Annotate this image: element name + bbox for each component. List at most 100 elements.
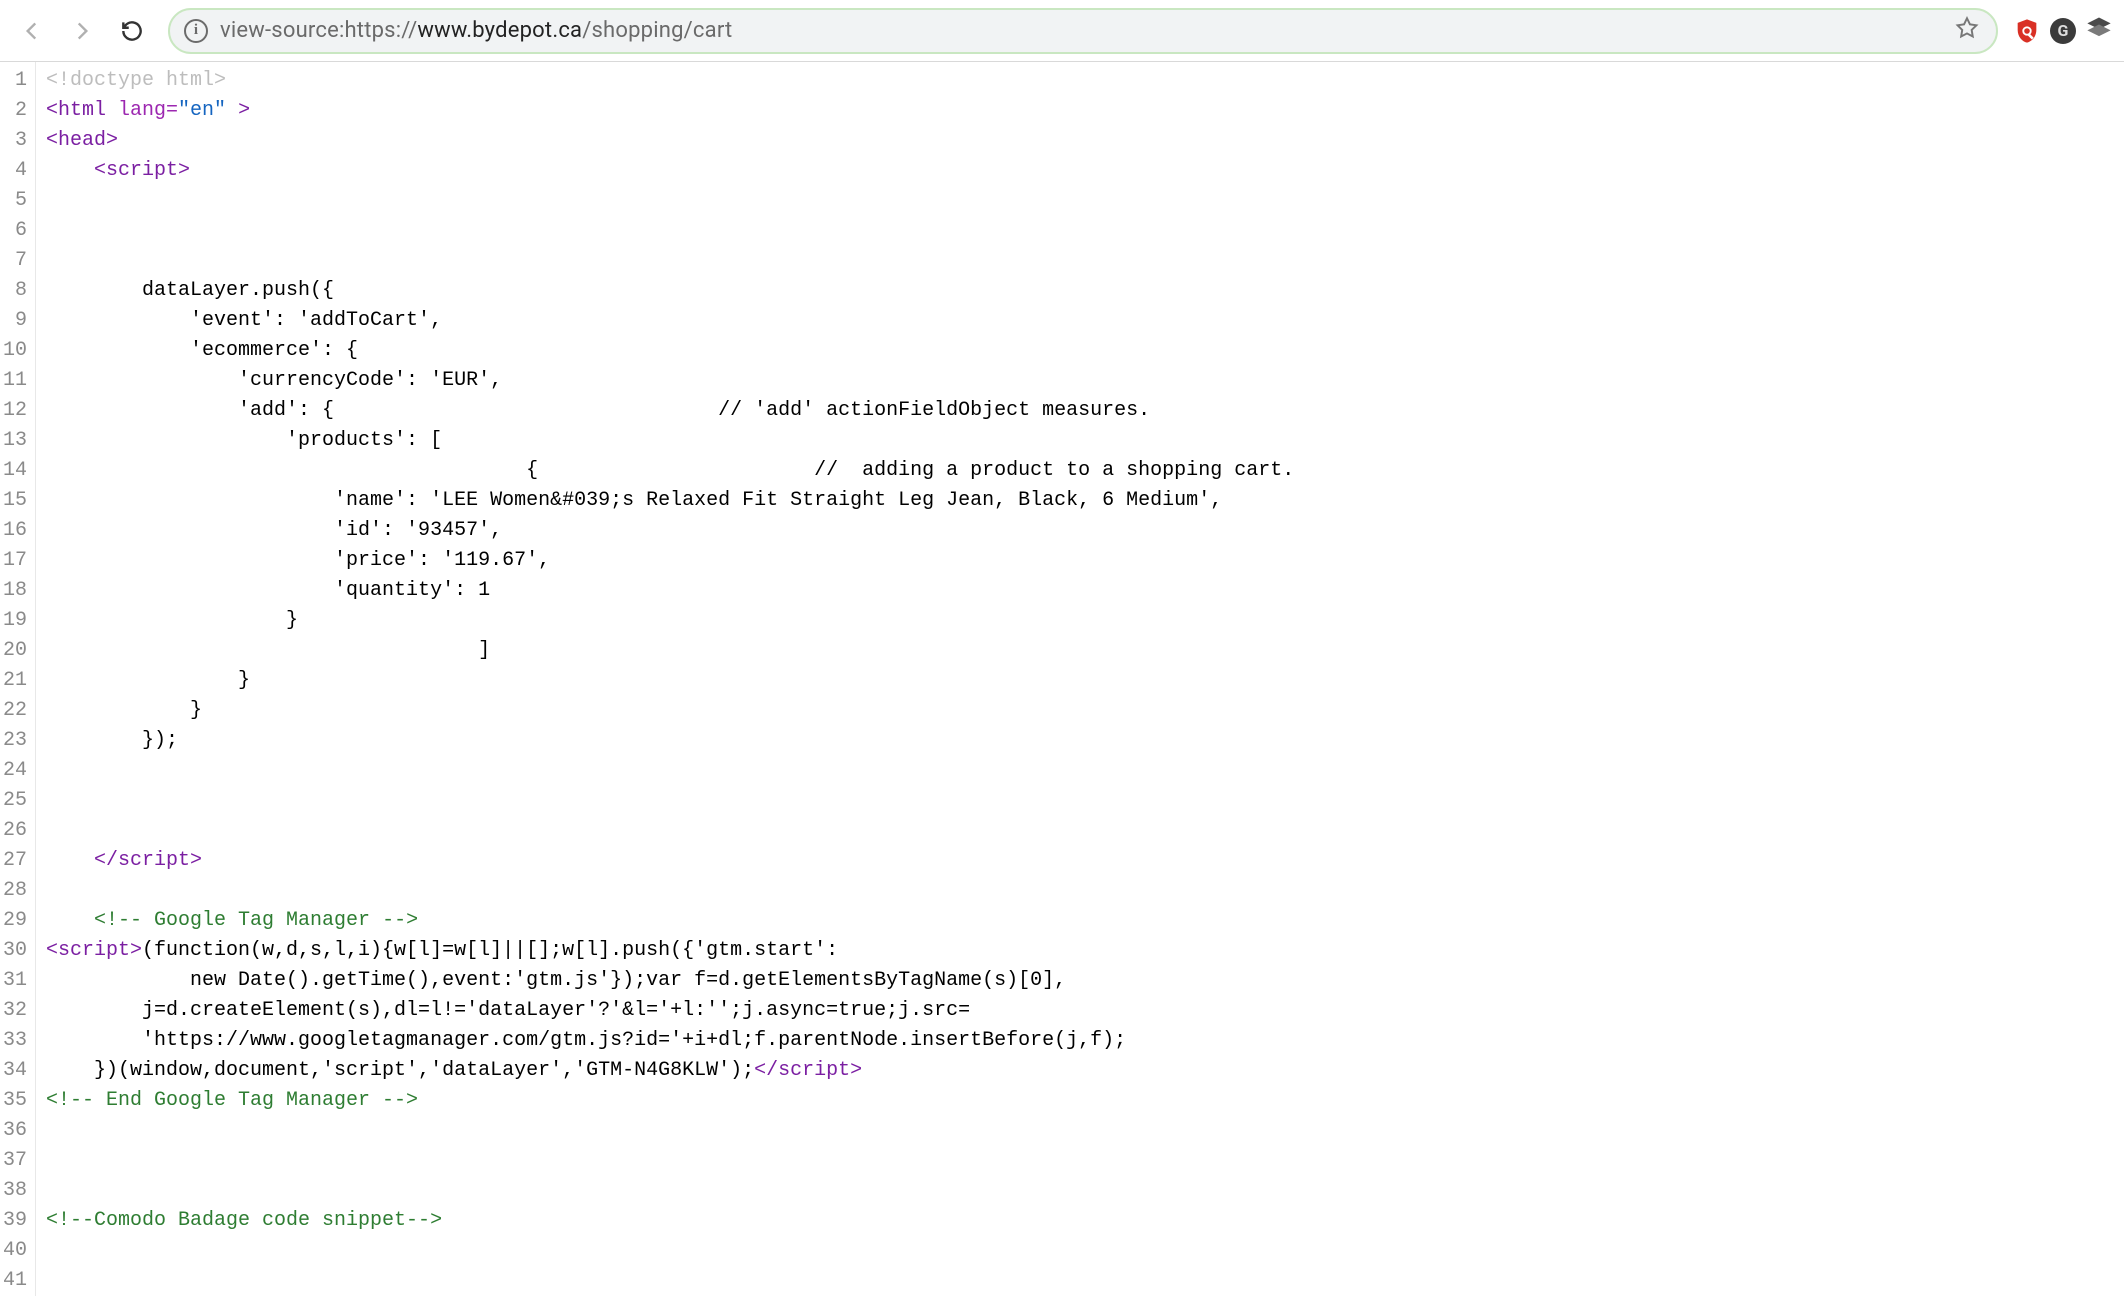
source-line — [46, 186, 1294, 216]
source-line: 'event': 'addToCart', — [46, 306, 1294, 336]
address-bar[interactable]: i view-source:https://www.bydepot.ca/sho… — [168, 8, 1998, 54]
source-line — [46, 816, 1294, 846]
source-line: ] — [46, 636, 1294, 666]
url-path: /shopping/cart — [582, 18, 732, 43]
source-line: 'name': 'LEE Women&#039;s Relaxed Fit St… — [46, 486, 1294, 516]
source-line: <script>(function(w,d,s,l,i){w[l]=w[l]||… — [46, 936, 1294, 966]
line-number: 23 — [0, 726, 31, 756]
line-number: 14 — [0, 456, 31, 486]
source-line: <!-- Google Tag Manager --> — [46, 906, 1294, 936]
line-number: 28 — [0, 876, 31, 906]
source-line — [46, 216, 1294, 246]
source-line — [46, 1116, 1294, 1146]
line-number: 36 — [0, 1116, 31, 1146]
browser-toolbar: i view-source:https://www.bydepot.ca/sho… — [0, 0, 2124, 62]
source-line: <head> — [46, 126, 1294, 156]
line-number: 16 — [0, 516, 31, 546]
source-line: new Date().getTime(),event:'gtm.js'});va… — [46, 966, 1294, 996]
line-number: 4 — [0, 156, 31, 186]
source-line: } — [46, 606, 1294, 636]
forward-button[interactable] — [60, 9, 104, 53]
source-line: 'ecommerce': { — [46, 336, 1294, 366]
line-number: 31 — [0, 966, 31, 996]
source-line — [46, 786, 1294, 816]
url-text: view-source:https://www.bydepot.ca/shopp… — [220, 18, 1942, 43]
line-number: 9 — [0, 306, 31, 336]
source-line: 'price': '119.67', — [46, 546, 1294, 576]
source-line: { // adding a product to a shopping cart… — [46, 456, 1294, 486]
url-prefix: view-source:https:// — [220, 18, 417, 43]
line-number: 18 — [0, 576, 31, 606]
source-line — [46, 1266, 1294, 1296]
line-number: 2 — [0, 96, 31, 126]
line-number: 15 — [0, 486, 31, 516]
url-host: www.bydepot.ca — [417, 18, 582, 43]
source-line: }); — [46, 726, 1294, 756]
line-number: 21 — [0, 666, 31, 696]
source-line — [46, 246, 1294, 276]
source-line: dataLayer.push({ — [46, 276, 1294, 306]
reload-button[interactable] — [110, 9, 154, 53]
view-source-area: 1234567891011121314151617181920212223242… — [0, 62, 2124, 1296]
line-number: 33 — [0, 1026, 31, 1056]
source-line: 'quantity': 1 — [46, 576, 1294, 606]
source-line: } — [46, 696, 1294, 726]
line-number: 26 — [0, 816, 31, 846]
extension-ublock-icon[interactable] — [2012, 16, 2042, 46]
source-line — [46, 1236, 1294, 1266]
line-number: 35 — [0, 1086, 31, 1116]
source-line: <script> — [46, 156, 1294, 186]
source-line: <html lang="en" > — [46, 96, 1294, 126]
source-line: <!doctype html> — [46, 66, 1294, 96]
line-number: 41 — [0, 1266, 31, 1296]
line-number: 1 — [0, 66, 31, 96]
line-number: 34 — [0, 1056, 31, 1086]
source-line: } — [46, 666, 1294, 696]
line-number: 19 — [0, 606, 31, 636]
source-line: 'products': [ — [46, 426, 1294, 456]
source-line: j=d.createElement(s),dl=l!='dataLayer'?'… — [46, 996, 1294, 1026]
line-number: 6 — [0, 216, 31, 246]
extension-ghostery-icon[interactable]: G — [2048, 16, 2078, 46]
line-number: 22 — [0, 696, 31, 726]
line-number: 17 — [0, 546, 31, 576]
line-number: 7 — [0, 246, 31, 276]
site-info-icon[interactable]: i — [184, 19, 208, 43]
line-number: 40 — [0, 1236, 31, 1266]
source-line — [46, 876, 1294, 906]
line-number-gutter: 1234567891011121314151617181920212223242… — [0, 62, 36, 1296]
source-line: <!-- End Google Tag Manager --> — [46, 1086, 1294, 1116]
line-number: 11 — [0, 366, 31, 396]
line-number: 12 — [0, 396, 31, 426]
source-line — [46, 1146, 1294, 1176]
source-line: 'add': { // 'add' actionFieldObject meas… — [46, 396, 1294, 426]
line-number: 3 — [0, 126, 31, 156]
source-line: </script> — [46, 846, 1294, 876]
source-line: 'id': '93457', — [46, 516, 1294, 546]
line-number: 29 — [0, 906, 31, 936]
bookmark-star-icon[interactable] — [1954, 15, 1980, 46]
line-number: 10 — [0, 336, 31, 366]
line-number: 32 — [0, 996, 31, 1026]
extension-layers-icon[interactable] — [2084, 16, 2114, 46]
line-number: 39 — [0, 1206, 31, 1236]
line-number: 20 — [0, 636, 31, 666]
ghost-glyph: G — [2058, 21, 2069, 40]
line-number: 27 — [0, 846, 31, 876]
source-line: 'https://www.googletagmanager.com/gtm.js… — [46, 1026, 1294, 1056]
source-line — [46, 1176, 1294, 1206]
source-line: 'currencyCode': 'EUR', — [46, 366, 1294, 396]
line-number: 5 — [0, 186, 31, 216]
info-glyph: i — [194, 22, 198, 39]
back-button[interactable] — [10, 9, 54, 53]
line-number: 24 — [0, 756, 31, 786]
line-number: 37 — [0, 1146, 31, 1176]
source-line: <!--Comodo Badage code snippet--> — [46, 1206, 1294, 1236]
source-line — [46, 756, 1294, 786]
source-line: })(window,document,'script','dataLayer',… — [46, 1056, 1294, 1086]
line-number: 13 — [0, 426, 31, 456]
line-number: 30 — [0, 936, 31, 966]
line-number: 38 — [0, 1176, 31, 1206]
source-code[interactable]: <!doctype html><html lang="en" ><head> <… — [36, 62, 1294, 1296]
line-number: 25 — [0, 786, 31, 816]
